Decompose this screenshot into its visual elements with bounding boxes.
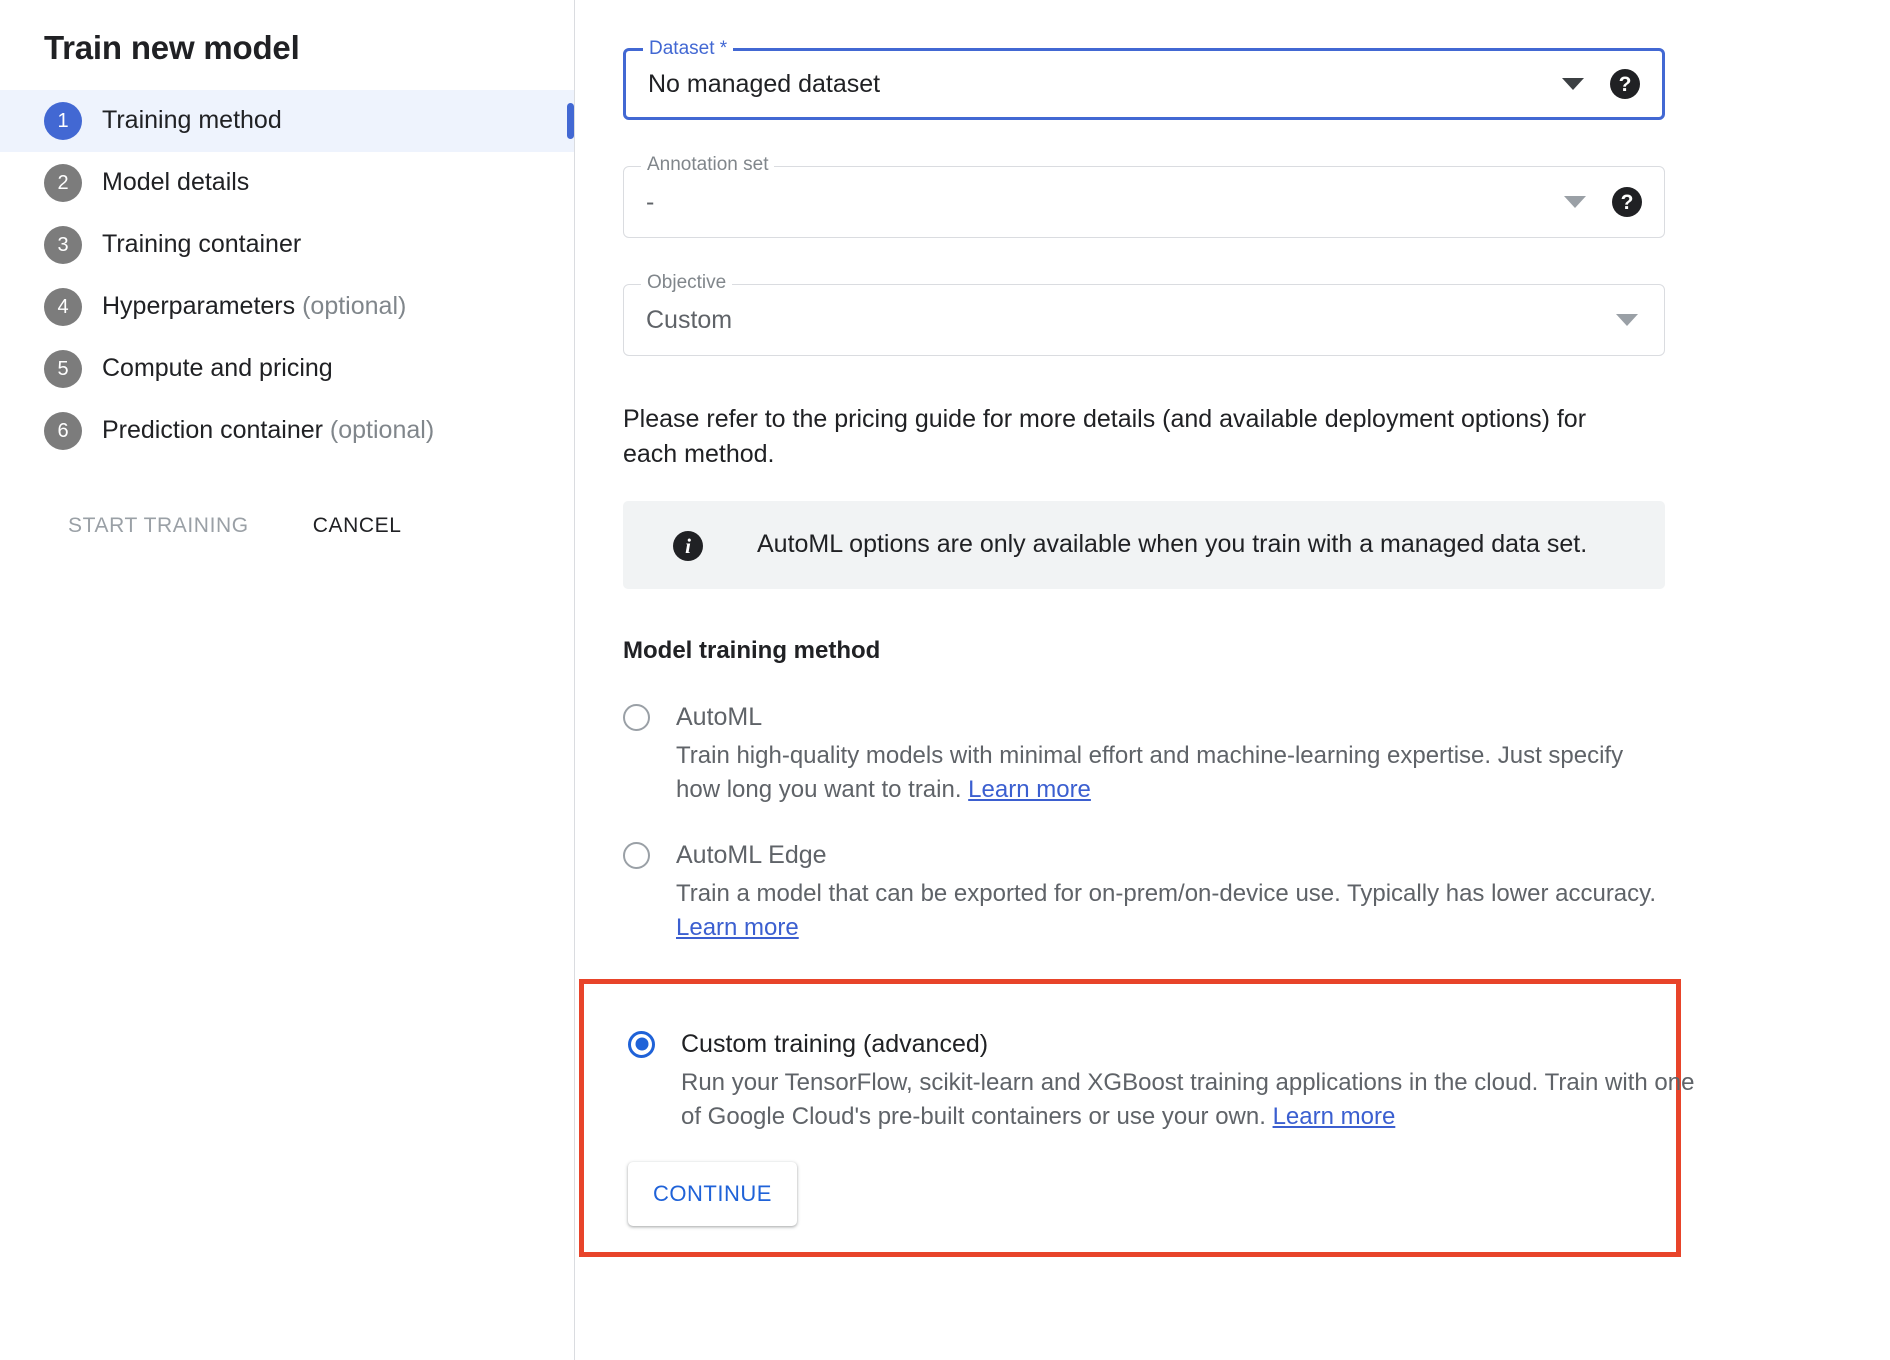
sidebar-item-label: Compute and pricing [102, 354, 333, 383]
sidebar-item-prediction-container[interactable]: 6 Prediction container (optional) [0, 400, 574, 462]
learn-more-link[interactable]: Learn more [1273, 1103, 1396, 1130]
continue-button[interactable]: CONTINUE [628, 1162, 797, 1226]
custom-training-highlight-box: Custom training (advanced) Run your Tens… [579, 979, 1681, 1257]
page-title: Train new model [0, 0, 574, 68]
sidebar-item-compute-and-pricing[interactable]: 5 Compute and pricing [0, 338, 574, 400]
sidebar-item-label: Training container [102, 230, 301, 259]
radio-option-automl[interactable]: AutoML Train high-quality models with mi… [623, 703, 1665, 807]
optional-tag: (optional) [302, 292, 406, 320]
step-number-badge: 5 [44, 350, 82, 388]
radio-option-custom-training[interactable]: Custom training (advanced) Run your Tens… [628, 1030, 1676, 1134]
sidebar-item-label: Hyperparameters (optional) [102, 292, 406, 321]
option-label: Custom training (advanced) [681, 1030, 988, 1059]
objective-select[interactable]: Objective Custom [623, 284, 1665, 356]
sidebar-item-model-details[interactable]: 2 Model details [0, 152, 574, 214]
learn-more-link[interactable]: Learn more [676, 914, 799, 941]
option-label: AutoML Edge [676, 841, 827, 870]
dataset-select[interactable]: Dataset * No managed dataset ? [623, 48, 1665, 120]
annotation-set-value: - [646, 188, 1564, 217]
step-number-badge: 3 [44, 226, 82, 264]
radio-button-automl[interactable] [623, 704, 650, 731]
option-head[interactable]: AutoML Edge [623, 841, 1665, 870]
sidebar-item-label: Model details [102, 168, 249, 197]
annotation-set-label: Annotation set [641, 155, 774, 174]
objective-label: Objective [641, 273, 732, 292]
objective-value: Custom [646, 306, 1616, 335]
active-step-indicator [567, 103, 574, 139]
pricing-note: Please refer to the pricing guide for mo… [623, 402, 1643, 471]
step-number-badge: 1 [44, 102, 82, 140]
option-head[interactable]: Custom training (advanced) [628, 1030, 1676, 1059]
sidebar-action-bar: START TRAINING CANCEL [0, 502, 574, 550]
cancel-button[interactable]: CANCEL [295, 502, 420, 550]
option-description: Train a model that can be exported for o… [676, 877, 1666, 945]
start-training-button[interactable]: START TRAINING [50, 502, 267, 550]
main-content: Dataset * No managed dataset ? Annotatio… [575, 0, 1890, 1360]
wizard-step-list: 1 Training method 2 Model details 3 Trai… [0, 90, 574, 462]
option-description: Train high-quality models with minimal e… [676, 739, 1666, 807]
help-icon[interactable]: ? [1610, 69, 1640, 99]
help-icon[interactable]: ? [1612, 187, 1642, 217]
step-number-badge: 6 [44, 412, 82, 450]
optional-tag: (optional) [330, 416, 434, 444]
wizard-sidebar: Train new model 1 Training method 2 Mode… [0, 0, 575, 1360]
dataset-value: No managed dataset [648, 70, 1562, 99]
chevron-down-icon[interactable] [1616, 314, 1638, 326]
learn-more-link[interactable]: Learn more [968, 776, 1091, 803]
step-number-badge: 4 [44, 288, 82, 326]
radio-button-automl-edge[interactable] [623, 842, 650, 869]
sidebar-item-training-container[interactable]: 3 Training container [0, 214, 574, 276]
automl-info-banner: i AutoML options are only available when… [623, 501, 1665, 589]
annotation-set-select[interactable]: Annotation set - ? [623, 166, 1665, 238]
option-head[interactable]: AutoML [623, 703, 1665, 732]
dataset-label: Dataset * [643, 39, 733, 58]
chevron-down-icon[interactable] [1564, 196, 1586, 208]
step-number-badge: 2 [44, 164, 82, 202]
sidebar-item-label: Prediction container (optional) [102, 416, 434, 445]
option-description: Run your TensorFlow, scikit-learn and XG… [681, 1066, 1701, 1134]
form-column: Dataset * No managed dataset ? Annotatio… [623, 48, 1665, 1257]
option-label: AutoML [676, 703, 762, 732]
model-training-method-heading: Model training method [623, 637, 1665, 665]
info-icon: i [673, 531, 703, 561]
train-new-model-page: Train new model 1 Training method 2 Mode… [0, 0, 1890, 1360]
info-banner-text: AutoML options are only available when y… [757, 527, 1587, 563]
radio-option-automl-edge[interactable]: AutoML Edge Train a model that can be ex… [623, 841, 1665, 945]
sidebar-item-label: Training method [102, 106, 282, 135]
chevron-down-icon[interactable] [1562, 78, 1584, 90]
radio-button-custom-training[interactable] [628, 1031, 655, 1058]
sidebar-item-training-method[interactable]: 1 Training method [0, 90, 574, 152]
sidebar-item-hyperparameters[interactable]: 4 Hyperparameters (optional) [0, 276, 574, 338]
